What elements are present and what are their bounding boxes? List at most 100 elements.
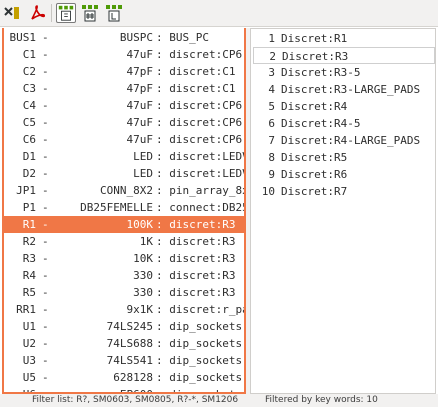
footprint-number: 5: [268, 100, 275, 113]
component-separator: -: [42, 371, 49, 384]
component-value: BUSPC: [119, 31, 153, 44]
component-separator: -: [42, 337, 49, 350]
component-value: 47pF: [126, 82, 154, 95]
footprints-list[interactable]: 1 Discret:R1 2 Discret:R3 3 Discret:R3-5 4 Disc…: [250, 28, 436, 394]
footprint-name: Discret:R1: [281, 32, 348, 45]
component-row[interactable]: C3 47pF: discret:C1 -: [4, 80, 244, 97]
component-value: 47uF: [126, 133, 154, 146]
footprint-row[interactable]: 7 Discret:R4-LARGE_PADS: [253, 132, 435, 149]
component-footprint: : discret:R3: [156, 269, 236, 282]
footprint-row[interactable]: 3 Discret:R3-5: [253, 64, 435, 81]
component-row[interactable]: U5 628128: dip_sockets: -: [4, 369, 244, 386]
component-ref: C6: [22, 133, 36, 146]
footprint-name: Discret:R4: [281, 100, 348, 113]
component-ref: R5: [22, 286, 36, 299]
component-value: 74LS541: [106, 354, 153, 367]
component-row[interactable]: R2 1K: discret:R3 -: [4, 233, 244, 250]
component-separator: -: [42, 235, 49, 248]
component-value: 100K: [126, 218, 154, 231]
component-ref: U5: [22, 371, 36, 384]
component-separator: -: [42, 48, 49, 61]
component-footprint: : discret:C1: [156, 65, 236, 78]
status-bar: Filter list: R?, SM0603, SM0805, R?-*, S…: [0, 394, 438, 407]
component-footprint: : discret:LEDV: [156, 167, 246, 180]
component-ref: BUS1: [9, 31, 37, 44]
footprint-row[interactable]: 4 Discret:R3-LARGE_PADS: [253, 81, 435, 98]
component-value: CONN_8X2: [100, 184, 153, 197]
component-footprint: : discret:r_pa: [156, 303, 246, 316]
component-row[interactable]: C1 47uF: discret:CP6 -: [4, 46, 244, 63]
component-row[interactable]: C2 47pF: discret:C1 -: [4, 63, 244, 80]
pdf-icon[interactable]: [28, 3, 48, 23]
component-footprint: : discret:CP6: [156, 116, 243, 129]
component-row[interactable]: BUS1 BUSPC: BUS_PC -: [4, 29, 244, 46]
component-ref: R3: [22, 252, 36, 265]
footprint-row[interactable]: 9 Discret:R6: [253, 166, 435, 183]
component-row[interactable]: R4 330: discret:R3 -: [4, 267, 244, 284]
footprint-name: Discret:R3-5: [281, 66, 361, 79]
component-row[interactable]: C5 47uF: discret:CP6 -: [4, 114, 244, 131]
component-footprint: : connect:DB25: [156, 201, 246, 214]
component-row[interactable]: C6 47uF: discret:CP6 -: [4, 131, 244, 148]
component-ref: R4: [22, 269, 36, 282]
component-footprint: : BUS_PC: [156, 31, 209, 44]
footprint-row[interactable]: 1 Discret:R1: [253, 30, 435, 47]
component-row[interactable]: D1 LED: discret:LEDV -: [4, 148, 244, 165]
component-value: DB25FEMELLE: [80, 201, 153, 214]
footprint-row[interactable]: 2 Discret:R3: [253, 47, 435, 64]
component-separator: -: [42, 116, 49, 129]
component-row[interactable]: P1 DB25FEMELLE: connect:DB25 -: [4, 199, 244, 216]
component-footprint: : dip_sockets:: [156, 337, 246, 350]
component-row[interactable]: D2 LED: discret:LEDV -: [4, 165, 244, 182]
footprint-number: 7: [268, 134, 275, 147]
component-ref: C4: [22, 99, 36, 112]
component-ref: C5: [22, 116, 36, 129]
library-filter-icon[interactable]: [104, 3, 124, 23]
footprint-row[interactable]: 10 Discret:R7: [253, 183, 435, 200]
footprint-number: 2: [269, 50, 276, 63]
components-list[interactable]: BUS1 BUSPC: BUS_PC - C1 47uF: discret:CP6- C2…: [2, 28, 246, 394]
footprint-row[interactable]: 8 Discret:R5: [253, 149, 435, 166]
component-footprint: : discret:R3: [156, 252, 236, 265]
pin-count-filter-icon[interactable]: [80, 3, 100, 23]
component-separator: -: [42, 303, 49, 316]
component-ref: P1: [22, 201, 36, 214]
component-footprint: : discret:CP6: [156, 99, 243, 112]
toolbar-separator: [51, 4, 52, 22]
component-row[interactable]: U3 74LS541: dip_sockets: -: [4, 352, 244, 369]
footprint-name: Discret:R3-LARGE_PADS: [281, 83, 421, 96]
footprint-number: 3: [268, 66, 275, 79]
footprint-name: Discret:R4-LARGE_PADS: [281, 134, 421, 147]
component-row[interactable]: U6 EP600: dip_sockets: -: [4, 386, 244, 392]
footprint-filter-icon[interactable]: [56, 3, 76, 23]
component-value: LED: [133, 167, 153, 180]
component-separator: -: [42, 133, 49, 146]
footprint-number: 6: [268, 117, 275, 130]
component-row[interactable]: U2 74LS688: dip_sockets: -: [4, 335, 244, 352]
footprint-row[interactable]: 6 Discret:R4-5: [253, 115, 435, 132]
close-icon[interactable]: [2, 3, 22, 23]
status-filter-list: Filter list: R?, SM0603, SM0805, R?-*, S…: [32, 395, 239, 405]
component-value: 10K: [133, 252, 153, 265]
component-separator: -: [42, 201, 49, 214]
component-row[interactable]: R5 330: discret:R3 -: [4, 284, 244, 301]
component-ref: R1: [22, 218, 36, 231]
component-separator: -: [42, 252, 49, 265]
component-row[interactable]: U1 74LS245: dip_sockets: -: [4, 318, 244, 335]
component-row[interactable]: R1 100K: discret:R3 -: [4, 216, 244, 233]
component-row[interactable]: RR1 9x1K: discret:r_pa -: [4, 301, 244, 318]
component-ref: C3: [22, 82, 36, 95]
component-row[interactable]: JP1 CONN_8X2: pin_array_8x -: [4, 182, 244, 199]
component-row[interactable]: R3 10K: discret:R3 -: [4, 250, 244, 267]
component-ref: U6: [4, 386, 36, 392]
component-separator: -: [42, 65, 49, 78]
component-separator: -: [42, 82, 49, 95]
component-value: 1K: [139, 235, 153, 248]
component-value: 74LS245: [106, 320, 153, 333]
footprint-number: 10: [261, 185, 275, 198]
component-ref: RR1: [16, 303, 36, 316]
component-row[interactable]: C4 47uF: discret:CP6 -: [4, 97, 244, 114]
component-separator: -: [42, 184, 49, 197]
footprint-name: Discret:R5: [281, 151, 348, 164]
footprint-row[interactable]: 5 Discret:R4: [253, 98, 435, 115]
